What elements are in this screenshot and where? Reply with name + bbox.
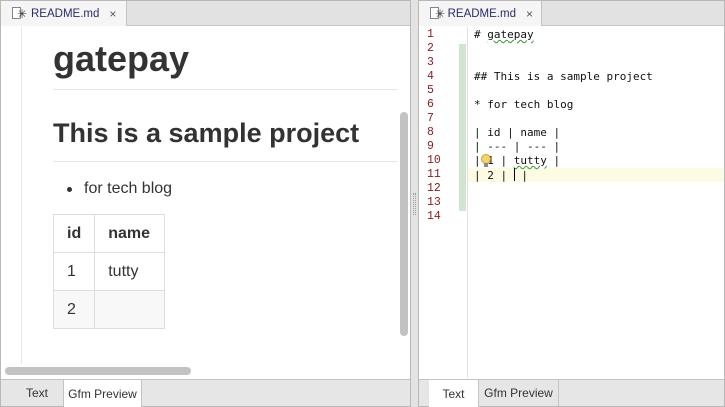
splitter-grip-icon <box>413 193 416 215</box>
editor-window: ✳ README.md × gatepay This is a sample p… <box>0 0 725 407</box>
tab-gfm-preview[interactable]: Gfm Preview <box>64 380 142 407</box>
line-number: 3 <box>427 56 434 69</box>
preview-margin-line <box>21 27 22 364</box>
line-number: 12 <box>427 182 441 195</box>
code-line: # gatepay <box>474 28 534 41</box>
preview-table: id name 1 tutty 2 <box>52 214 166 329</box>
pane-splitter[interactable] <box>411 0 418 407</box>
code-text-area[interactable]: # gatepay ## This is a sample project * … <box>467 27 724 378</box>
editor-bottom-tabs: Text Gfm Preview <box>419 379 724 407</box>
list-item-text: for tech blog <box>84 180 173 197</box>
spell-check-word: gatepay <box>487 28 534 41</box>
code-line: * for tech blog <box>474 98 574 111</box>
table-header-cell: name <box>94 214 166 253</box>
code-line: | id | name | <box>474 126 561 139</box>
tab-readme-editor[interactable]: ✳ README.md × <box>419 1 542 26</box>
table-cell: 2 <box>52 290 96 329</box>
preview-list-item: for tech blog <box>53 180 398 198</box>
close-icon[interactable]: × <box>109 7 116 21</box>
table-cell <box>94 290 166 329</box>
bullet-icon <box>67 186 72 192</box>
preview-tabbar: ✳ README.md × <box>1 1 410 26</box>
vertical-scrollbar[interactable] <box>400 112 408 336</box>
markdown-file-icon: ✳ <box>11 6 27 21</box>
line-number: 14 <box>427 210 441 223</box>
horizontal-scrollbar[interactable] <box>5 367 191 375</box>
table-header-cell: id <box>52 214 96 253</box>
tab-label: README.md <box>31 7 100 20</box>
line-number: 13 <box>427 196 441 209</box>
code-editor[interactable]: 1 2 3 4 5 6 7 8 9 10 11 12 13 14 # gatep… <box>419 27 724 378</box>
preview-heading-1: gatepay <box>53 27 398 90</box>
line-number: 2 <box>427 42 434 55</box>
line-number: 6 <box>427 98 434 111</box>
spell-check-word: tutty <box>513 154 547 167</box>
line-number: 5 <box>427 84 434 97</box>
line-number: 7 <box>427 112 434 125</box>
tab-text[interactable]: Text <box>429 380 479 407</box>
tab-label: README.md <box>447 7 516 20</box>
table-cell: tutty <box>94 252 166 291</box>
tab-text[interactable]: Text <box>11 380 64 406</box>
tab-readme-preview[interactable]: ✳ README.md × <box>1 1 127 26</box>
close-icon[interactable]: × <box>526 7 533 21</box>
table-cell: 1 <box>52 252 96 291</box>
line-number: 11 <box>427 168 441 181</box>
lightbulb-icon[interactable] <box>481 154 491 167</box>
table-header-row: id name <box>52 214 166 253</box>
line-number-gutter: 1 2 3 4 5 6 7 8 9 10 11 12 13 14 <box>419 27 467 378</box>
gfm-preview: gatepay This is a sample project for tec… <box>1 27 410 364</box>
table-row: 2 <box>52 290 166 329</box>
line-number: 10 <box>427 154 441 167</box>
code-line: | --- | --- | <box>474 140 561 153</box>
preview-content: gatepay This is a sample project for tec… <box>52 27 398 329</box>
text-editor-pane: ✳ README.md × 1 2 3 4 5 6 7 8 9 10 11 12 <box>418 0 725 407</box>
line-number: 9 <box>427 140 434 153</box>
tab-gfm-preview[interactable]: Gfm Preview <box>479 380 559 406</box>
change-indicator <box>459 44 466 211</box>
code-line: ## This is a sample project <box>474 70 653 83</box>
preview-bottom-tabs: Text Gfm Preview <box>1 379 410 407</box>
code-line: | 2 | | <box>474 168 528 182</box>
line-number: 1 <box>427 28 434 41</box>
editor-tabbar: ✳ README.md × <box>419 1 724 26</box>
preview-heading-2: This is a sample project <box>53 115 398 162</box>
line-number: 8 <box>427 126 434 139</box>
line-number: 4 <box>427 70 434 83</box>
preview-pane: ✳ README.md × gatepay This is a sample p… <box>0 0 411 407</box>
markdown-file-icon: ✳ <box>429 6 445 21</box>
table-row: 1 tutty <box>52 252 166 291</box>
